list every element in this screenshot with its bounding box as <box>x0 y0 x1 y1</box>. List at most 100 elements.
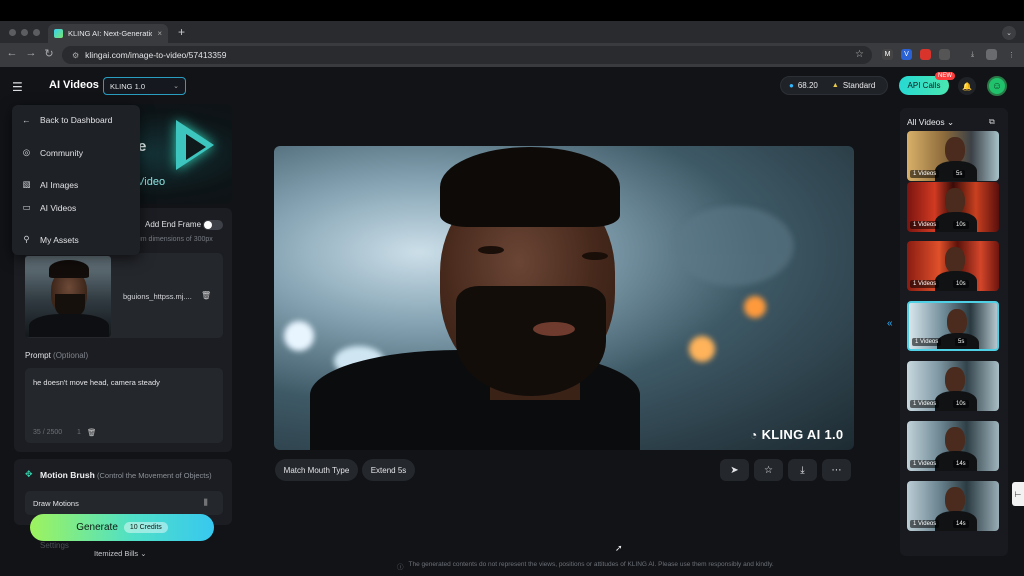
copy-icon[interactable]: ⧉ <box>989 117 995 127</box>
video-thumbnail-selected[interactable]: 1 Videos 5s <box>907 301 999 351</box>
new-tab-button[interactable]: + <box>178 25 185 39</box>
browser-menu-icon[interactable]: ⋮ <box>1006 49 1017 60</box>
menu-item-label: AI Images <box>40 179 79 190</box>
extensions-puzzle-icon[interactable] <box>939 49 950 60</box>
download-icon[interactable]: ⤓ <box>967 49 978 60</box>
prompt-aux-count: 1 <box>77 429 81 436</box>
thumbnail-figure <box>945 137 965 163</box>
download-video-icon[interactable]: ⤓ <box>788 459 817 481</box>
menu-item-ai-videos[interactable]: ▭ AI Videos <box>22 202 76 213</box>
kling-favicon-icon <box>54 29 63 38</box>
tab-title: KLING AI: Next-Generation A <box>68 29 153 38</box>
model-select-value: KLING 1.0 <box>110 81 146 91</box>
disclaimer-text: The generated contents do not represent … <box>408 561 774 568</box>
window-maximize-button[interactable] <box>33 29 40 36</box>
star-icon[interactable]: ☆ <box>754 459 783 481</box>
uploaded-file-name: bguions_httpss.mj.... <box>123 292 192 301</box>
thumbnail-duration: 5s <box>953 170 966 178</box>
credit-balance: 68.20 <box>797 81 818 90</box>
tab-close-icon[interactable]: × <box>157 29 162 38</box>
prompt-label: Prompt (Optional) <box>25 351 88 360</box>
draw-motions-label: Draw Motions <box>33 499 79 508</box>
end-frame-toggle[interactable] <box>203 220 223 230</box>
model-select[interactable]: KLING 1.0 ⌄ <box>103 77 186 95</box>
motion-brush-subtitle: (Control the Movement of Objects) <box>97 471 212 480</box>
site-info-icon[interactable]: ⚙ <box>72 51 79 60</box>
video-subject-eye <box>582 252 608 260</box>
browser-tab[interactable]: KLING AI: Next-Generation A × <box>48 24 168 43</box>
extension-m-icon[interactable]: M <box>882 49 893 60</box>
footer-disclaimer: ⓘ The generated contents do not represen… <box>397 561 774 571</box>
generate-label: Generate <box>76 522 118 533</box>
mouse-cursor-icon: ➚ <box>615 543 623 553</box>
tab-search-button[interactable]: ⌄ <box>1002 26 1016 40</box>
thumbnail-duration: 10s <box>953 400 969 408</box>
extension-shield-icon[interactable] <box>920 49 931 60</box>
collapse-panel-icon[interactable]: « <box>887 318 901 332</box>
profile-extension-icon[interactable] <box>986 49 997 60</box>
generate-button[interactable]: Generate 10 Credits <box>30 514 214 541</box>
itemized-bills-link[interactable]: Itemized Bills ⌄ <box>94 549 147 558</box>
plan-icon: ▲ <box>831 82 839 89</box>
new-badge: NEW <box>935 72 955 80</box>
bell-icon[interactable]: 🔔 <box>958 77 976 95</box>
video-thumbnail[interactable]: 1 Videos 14s <box>907 421 999 471</box>
generate-credits-badge: 10 Credits <box>123 522 168 533</box>
menu-item-community[interactable]: ◎ Community <box>22 147 83 158</box>
match-mouth-type-button[interactable]: Match Mouth Type <box>275 459 358 481</box>
video-thumbnail[interactable]: 1 Videos 10s <box>907 361 999 411</box>
share-icon[interactable]: ➤ <box>720 459 749 481</box>
end-frame-label: Add End Frame <box>145 220 202 229</box>
address-bar[interactable]: ⚙ klingai.com/image-to-video/57413359 ☆ <box>62 46 872 64</box>
prompt-char-count: 35 / 2500 <box>33 429 63 436</box>
reload-button[interactable]: ↻ <box>42 47 56 60</box>
url-text: klingai.com/image-to-video/57413359 <box>85 50 227 60</box>
image-icon: ▧ <box>22 179 31 189</box>
menu-item-label: Back to Dashboard <box>40 115 113 125</box>
light-glow <box>689 336 715 362</box>
light-glow <box>744 296 766 318</box>
prompt-label-text: Prompt <box>25 351 51 360</box>
video-icon: ▭ <box>22 202 31 212</box>
shirt-shape <box>29 314 109 337</box>
video-subject-eye <box>478 246 504 254</box>
video-thumbnail[interactable]: 1 Videos 10s <box>907 182 999 232</box>
thumbnail-duration: 14s <box>953 520 969 528</box>
video-thumbnail[interactable]: 1 Videos 5s <box>907 131 999 181</box>
light-glow <box>674 206 794 286</box>
video-subject-beard <box>456 286 606 396</box>
hamburger-menu-icon[interactable]: ☰ <box>12 80 23 94</box>
watermark-text: KLING AI 1.0 <box>761 427 844 442</box>
back-nav-button[interactable]: ← <box>5 47 19 59</box>
thumbnail-count: 1 Videos <box>910 280 940 288</box>
avatar[interactable]: ☺ <box>987 76 1007 96</box>
menu-item-my-assets[interactable]: ⚲ My Assets <box>22 234 78 245</box>
thumbnail-count: 1 Videos <box>910 221 940 229</box>
thumbnail-figure <box>945 247 965 273</box>
delete-image-icon[interactable]: 🗑 <box>201 291 211 300</box>
clear-prompt-icon[interactable]: 🗑 <box>87 428 97 437</box>
window-close-button[interactable] <box>9 29 16 36</box>
bookmark-star-icon[interactable]: ☆ <box>855 49 864 60</box>
all-videos-filter[interactable]: All Videos ⌄ <box>907 117 954 128</box>
video-thumbnail[interactable]: 1 Videos 10s <box>907 241 999 291</box>
hair-shape <box>49 260 89 278</box>
credit-drop-icon: ● <box>789 81 794 90</box>
arrow-left-icon: ← <box>22 115 31 125</box>
motion-brush-icon: ✥ <box>25 469 33 479</box>
menu-item-ai-images[interactable]: ▧ AI Images <box>22 179 78 190</box>
thumbnail-figure <box>945 188 965 214</box>
prompt-optional-tag: (Optional) <box>53 351 89 360</box>
forward-nav-button[interactable]: → <box>24 47 38 59</box>
window-minimize-button[interactable] <box>21 29 28 36</box>
credits-pill[interactable]: ● 68.20 ▲ Standard <box>780 76 888 95</box>
letterbox-top <box>0 0 1024 21</box>
extend-5s-button[interactable]: Extend 5s <box>362 459 415 481</box>
info-icon: ⓘ <box>397 564 404 571</box>
itemized-bills-label: Itemized Bills <box>94 549 139 558</box>
extension-v-icon[interactable]: V <box>901 49 912 60</box>
more-options-icon[interactable]: ⋯ <box>822 459 851 481</box>
side-drawer-handle[interactable]: ⊢ <box>1012 482 1024 506</box>
menu-item-back-to-dashboard[interactable]: ← Back to Dashboard <box>22 115 112 125</box>
video-thumbnail[interactable]: 1 Videos 14s <box>907 481 999 531</box>
